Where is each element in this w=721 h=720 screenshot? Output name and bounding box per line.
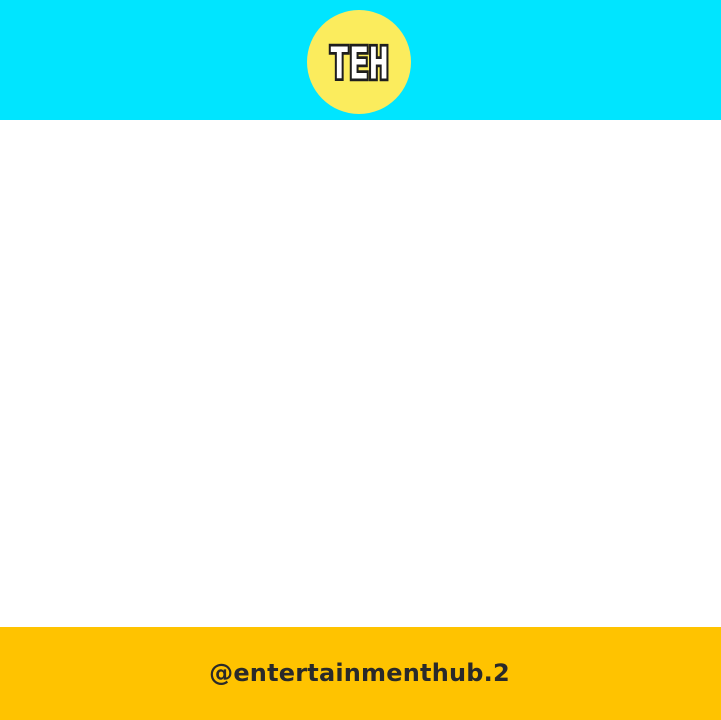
footer-band: @entertainmenthub.2	[0, 627, 721, 720]
teh-logo: TEH	[307, 10, 411, 114]
logo-text: TEH	[329, 39, 388, 90]
story-card: TEH @entertainmenthub.2	[0, 0, 721, 720]
social-handle: @entertainmenthub.2	[209, 658, 510, 687]
header-band: TEH	[0, 0, 721, 120]
teh-logo-mark: TEH	[327, 37, 391, 92]
blank-content-area	[0, 120, 721, 627]
